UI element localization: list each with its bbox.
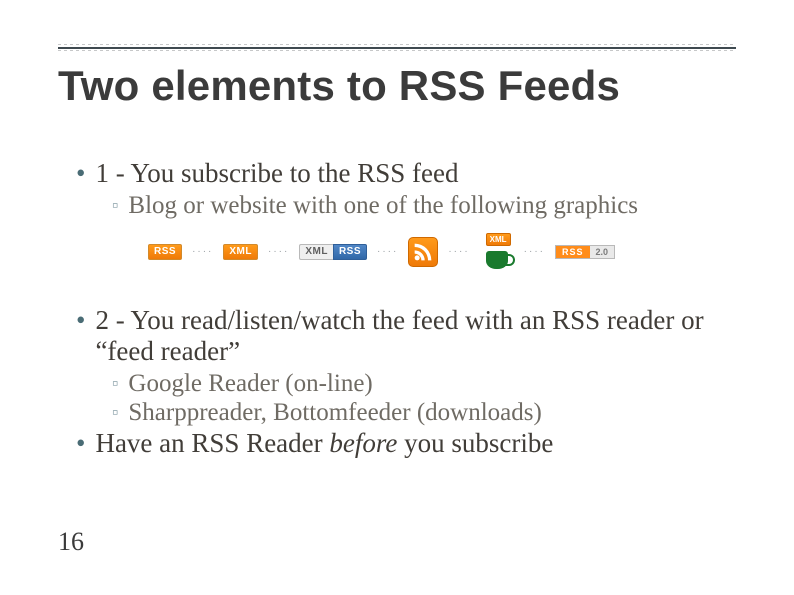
page-number: 16: [58, 527, 84, 557]
rss-feed-icon: [408, 237, 438, 267]
sub-bullet-icon: ▫: [112, 195, 118, 225]
xml-rss-pair-icon: XML RSS: [299, 244, 367, 260]
bullet-3-prefix: Have an RSS Reader: [95, 428, 329, 458]
rss-2-0-badge-icon: RSS 2.0: [555, 245, 615, 259]
rss-badge-icon: RSS: [148, 244, 182, 260]
bullet-2-sub-2: ▫ Sharppreader, Bottomfeeder (downloads): [112, 398, 736, 428]
separator-dots-icon: ····: [192, 246, 213, 257]
separator-dots-icon: ····: [377, 246, 398, 257]
bullet-3-text: Have an RSS Reader before you subscribe: [95, 428, 553, 459]
bullet-1-text: 1 - You subscribe to the RSS feed: [95, 158, 458, 189]
bullet-2-sub-1-text: Google Reader (on-line): [128, 369, 372, 399]
slide-body: • 1 - You subscribe to the RSS feed ▫ Bl…: [76, 158, 736, 461]
cup-body-icon: [486, 251, 508, 269]
cup-flag-label: XML: [486, 233, 511, 246]
bullet-2-sub-1: ▫ Google Reader (on-line): [112, 369, 736, 399]
bullet-dot-icon: •: [76, 158, 85, 189]
rss-blue-badge-icon: RSS: [333, 244, 367, 260]
bullet-3: • Have an RSS Reader before you subscrib…: [76, 428, 736, 459]
xml-gray-badge-icon: XML: [299, 244, 333, 260]
separator-dots-icon: ····: [268, 246, 289, 257]
bullet-1-sub-1: ▫ Blog or website with one of the follow…: [112, 191, 736, 221]
bullet-2-sub-2-text: Sharppreader, Bottomfeeder (downloads): [128, 398, 541, 428]
slide-title: Two elements to RSS Feeds: [58, 62, 620, 110]
rss20-right: 2.0: [590, 246, 615, 258]
xml-badge-icon: XML: [223, 244, 258, 260]
bullet-1-sub-1-text: Blog or website with one of the followin…: [128, 191, 638, 221]
title-rule: [58, 44, 736, 51]
rss20-left: RSS: [556, 246, 590, 258]
coffee-cup-xml-icon: XML: [480, 235, 514, 269]
rss-icons-row: RSS ···· XML ···· XML RSS ···· ···· XML …: [148, 235, 736, 269]
separator-dots-icon: ····: [448, 246, 469, 257]
bullet-2: • 2 - You read/listen/watch the feed wit…: [76, 305, 736, 367]
bullet-3-italic: before: [329, 428, 397, 458]
bullet-2-text: 2 - You read/listen/watch the feed with …: [95, 305, 736, 367]
separator-dots-icon: ····: [524, 246, 545, 257]
bullet-dot-icon: •: [76, 428, 85, 459]
rss-wave-icon: [413, 242, 433, 262]
bullet-1: • 1 - You subscribe to the RSS feed: [76, 158, 736, 189]
sub-bullet-icon: ▫: [112, 402, 118, 432]
bullet-3-suffix: you subscribe: [397, 428, 553, 458]
sub-bullet-icon: ▫: [112, 373, 118, 403]
bullet-dot-icon: •: [76, 305, 85, 367]
